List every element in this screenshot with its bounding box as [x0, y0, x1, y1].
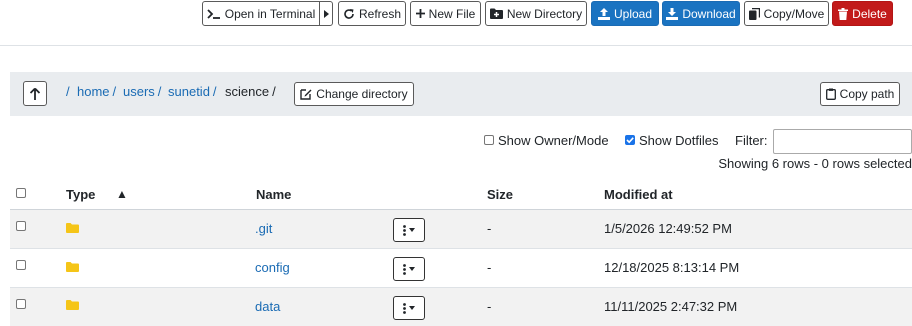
- refresh-icon: [344, 8, 354, 19]
- sort-ascending-indicator[interactable]: ▲: [116, 187, 128, 201]
- copy-icon: [748, 7, 760, 20]
- arrow-up-icon: [30, 87, 40, 100]
- new-file-button[interactable]: New File: [410, 1, 481, 26]
- folder-icon: [66, 262, 79, 272]
- column-header-name[interactable]: Name: [256, 187, 291, 202]
- clipboard-icon: [825, 88, 836, 100]
- new-directory-label: New Directory: [506, 6, 583, 21]
- row-actions-button[interactable]: [393, 296, 425, 320]
- column-header-size[interactable]: Size: [487, 187, 513, 202]
- edit-icon: [300, 89, 312, 100]
- breadcrumb-root[interactable]: /: [66, 84, 70, 99]
- file-size: -: [487, 221, 492, 236]
- change-directory-button[interactable]: Change directory: [294, 82, 414, 106]
- row-checkbox[interactable]: [16, 260, 26, 270]
- copy-move-button[interactable]: Copy/Move: [744, 1, 829, 26]
- file-modified: 1/5/2026 12:49:52 PM: [604, 221, 732, 236]
- copy-path-button[interactable]: Copy path: [820, 82, 900, 106]
- refresh-label: Refresh: [358, 6, 402, 21]
- download-icon: [666, 7, 679, 20]
- download-button[interactable]: Download: [662, 1, 740, 26]
- show-owner-mode-label: Show Owner/Mode: [498, 133, 609, 148]
- open-terminal-button[interactable]: Open in Terminal: [202, 1, 320, 26]
- row-checkbox[interactable]: [16, 299, 26, 309]
- open-terminal-dropdown-button[interactable]: [319, 1, 333, 26]
- parent-directory-button[interactable]: [23, 81, 47, 106]
- table-row[interactable]: config - 12/18/2025 8:13:14 PM: [10, 249, 912, 287]
- upload-button[interactable]: Upload: [591, 1, 659, 26]
- toolbar-divider: [0, 45, 912, 46]
- new-directory-button[interactable]: New Directory: [485, 1, 587, 26]
- breadcrumb-item-home[interactable]: home /: [77, 84, 116, 99]
- row-count-status: Showing 6 rows - 0 rows selected: [718, 156, 912, 171]
- row-checkbox[interactable]: [16, 221, 26, 231]
- row-actions-button[interactable]: [393, 218, 425, 242]
- copy-path-label: Copy path: [839, 87, 895, 101]
- file-size: -: [487, 299, 492, 314]
- change-directory-label: Change directory: [316, 87, 408, 101]
- show-owner-mode-checkbox[interactable]: [484, 135, 494, 145]
- file-modified: 11/11/2025 2:47:32 PM: [604, 299, 738, 314]
- column-header-type[interactable]: Type: [66, 187, 95, 202]
- terminal-icon: [207, 8, 220, 19]
- folder-icon: [66, 300, 79, 310]
- file-size: -: [487, 260, 492, 275]
- filter-label: Filter:: [735, 133, 768, 148]
- filter-input[interactable]: [773, 129, 912, 154]
- delete-label: Delete: [852, 6, 887, 21]
- check-icon: [626, 137, 634, 144]
- table-row[interactable]: data - 11/11/2025 2:47:32 PM: [10, 288, 912, 326]
- caret-down-icon: [409, 228, 415, 232]
- column-header-modified[interactable]: Modified at: [604, 187, 673, 202]
- file-modified: 12/18/2025 8:13:14 PM: [604, 260, 740, 275]
- upload-label: Upload: [613, 6, 653, 21]
- folder-plus-icon: [489, 8, 503, 19]
- select-all-checkbox[interactable]: [16, 188, 26, 198]
- show-dotfiles-label: Show Dotfiles: [639, 133, 719, 148]
- row-actions-button[interactable]: [393, 257, 425, 281]
- trash-icon: [838, 7, 849, 20]
- refresh-button[interactable]: Refresh: [338, 1, 406, 26]
- plus-icon: [415, 9, 425, 18]
- breadcrumb-item-sunetid[interactable]: sunetid /: [168, 84, 217, 99]
- open-terminal-label: Open in Terminal: [224, 6, 316, 21]
- delete-button[interactable]: Delete: [832, 1, 893, 26]
- copy-move-label: Copy/Move: [763, 6, 825, 21]
- upload-icon: [597, 7, 610, 20]
- more-vertical-icon: [403, 224, 406, 236]
- download-label: Download: [682, 6, 736, 21]
- breadcrumb-item-users[interactable]: users /: [123, 84, 161, 99]
- file-name-link[interactable]: config: [255, 260, 290, 275]
- caret-right-icon: [323, 9, 329, 18]
- caret-down-icon: [409, 267, 415, 271]
- more-vertical-icon: [403, 263, 406, 275]
- new-file-label: New File: [428, 6, 476, 21]
- folder-icon: [66, 223, 79, 233]
- file-name-link[interactable]: data: [255, 299, 280, 314]
- show-dotfiles-checkbox[interactable]: [625, 135, 635, 145]
- table-row[interactable]: .git - 1/5/2026 12:49:52 PM: [10, 210, 912, 248]
- breadcrumb-current: science /: [225, 84, 276, 99]
- more-vertical-icon: [403, 302, 406, 314]
- caret-down-icon: [409, 306, 415, 310]
- file-name-link[interactable]: .git: [255, 221, 272, 236]
